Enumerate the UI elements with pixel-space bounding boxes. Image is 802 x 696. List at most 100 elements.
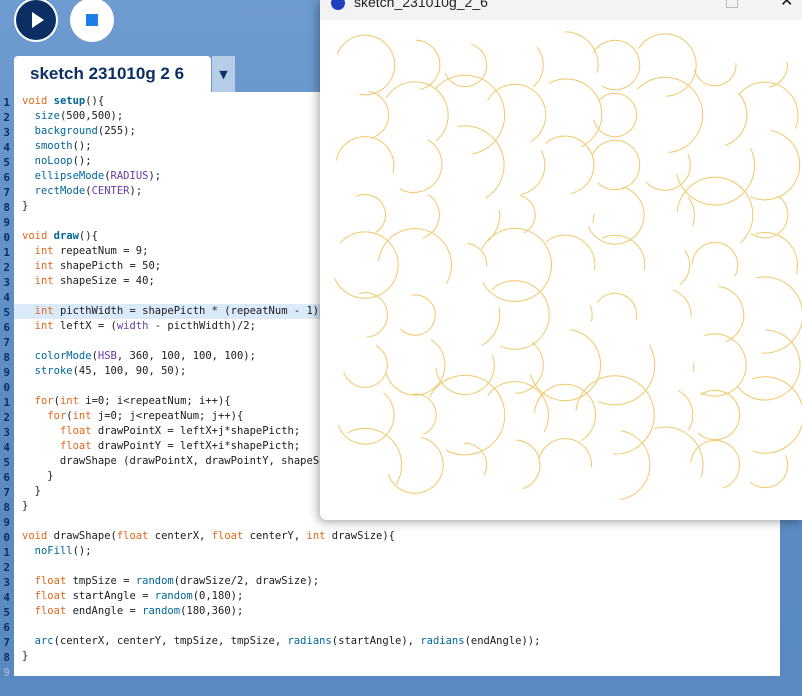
code-line[interactable]: float endAngle = random(180,360);: [22, 604, 244, 619]
arc-shape: [755, 232, 798, 274]
arc-shape: [368, 91, 390, 139]
code-line[interactable]: }: [22, 649, 28, 664]
arc-shape: [467, 243, 488, 267]
arc-shape: [768, 61, 788, 88]
line-number: 3: [3, 426, 10, 439]
line-number: 9: [3, 516, 10, 529]
arc-shape: [645, 153, 691, 191]
run-button[interactable]: [14, 0, 58, 42]
tab-menu-button[interactable]: ▼: [212, 56, 235, 92]
code-line[interactable]: size(500,500);: [22, 109, 124, 124]
maximize-icon[interactable]: [726, 0, 738, 8]
line-number: 5: [3, 156, 10, 169]
code-line[interactable]: background(255);: [22, 124, 136, 139]
code-line[interactable]: float startAngle = random(0,180);: [22, 589, 244, 604]
code-line[interactable]: }: [22, 469, 53, 484]
arc-shape: [385, 81, 449, 142]
arc-shape: [692, 362, 695, 372]
line-number: 6: [3, 321, 10, 334]
arc-shape: [593, 92, 638, 138]
line-number: 8: [3, 651, 10, 664]
arc-shape: [592, 39, 641, 91]
arc-shape: [463, 442, 488, 476]
arc-shape: [337, 392, 395, 445]
line-number: 2: [3, 561, 10, 574]
line-number: 8: [3, 501, 10, 514]
line-number: 8: [3, 351, 10, 364]
code-line[interactable]: ellipseMode(RADIUS);: [22, 169, 161, 184]
code-line[interactable]: int leftX = (width - picthWidth)/2;: [22, 319, 256, 334]
code-line[interactable]: for(int j=0; j<repeatNum; j++){: [22, 409, 243, 424]
code-line[interactable]: void setup(){: [22, 94, 104, 109]
arc-shape: [591, 139, 641, 191]
tab-sketch[interactable]: sketch 231010g 2 6: [14, 56, 211, 92]
arc-shape: [378, 228, 453, 284]
arc-shape: [679, 249, 691, 286]
line-number-gutter: 1 2 3 4 5 6 7 8 9 0 1 2 3 4 5 6 7 8 9 0 1 2 3 4 5 6 7 8 9 0 1 2 3 4 5 6 7 8 9: [0, 92, 10, 679]
sketch-window[interactable]: sketch_231010g_2_6 ✕: [320, 0, 802, 520]
code-line[interactable]: }: [22, 499, 28, 514]
line-number: 7: [3, 636, 10, 649]
line-number: 6: [3, 171, 10, 184]
code-line[interactable]: rectMode(CENTER);: [22, 184, 143, 199]
arc-shape: [676, 176, 754, 244]
code-line[interactable]: drawShape (drawPointX, drawPointY, shape…: [22, 454, 320, 469]
sketch-canvas: [334, 31, 802, 500]
arc-shape: [596, 292, 638, 320]
stop-icon: [86, 14, 98, 26]
arc-shape: [749, 130, 801, 201]
line-number: 1: [3, 396, 10, 409]
arc-shape: [520, 150, 546, 195]
arc-shape: [672, 289, 692, 318]
code-line[interactable]: void draw(){: [22, 229, 98, 244]
code-line[interactable]: int repeatNum = 9;: [22, 244, 149, 259]
code-line[interactable]: for(int i=0; i<repeatNum; i++){: [22, 394, 231, 409]
line-number: 5: [3, 306, 10, 319]
arc-shape: [749, 454, 789, 489]
code-line[interactable]: stroke(45, 100, 90, 50);: [22, 364, 187, 379]
arc-shape: [598, 344, 656, 406]
chevron-down-icon: ▼: [219, 67, 228, 81]
line-number: 4: [3, 291, 10, 304]
code-line[interactable]: }: [22, 484, 41, 499]
sketch-window-titlebar[interactable]: sketch_231010g_2_6 ✕: [320, 0, 802, 20]
arc-shape: [400, 294, 436, 336]
arc-shape: [358, 292, 388, 338]
code-line[interactable]: noLoop();: [22, 154, 92, 169]
line-number: 7: [3, 186, 10, 199]
arc-shape: [487, 381, 549, 433]
line-number: 8: [3, 201, 10, 214]
code-line[interactable]: int shapeSize = 40;: [22, 274, 155, 289]
line-number: 3: [3, 576, 10, 589]
close-icon[interactable]: ✕: [780, 0, 793, 10]
code-line[interactable]: smooth();: [22, 139, 92, 154]
code-line[interactable]: int shapePicth = 50;: [22, 259, 161, 274]
code-line[interactable]: colorMode(HSB, 360, 100, 100, 100);: [22, 349, 256, 364]
arc-shape: [355, 194, 387, 233]
arc-shape: [534, 383, 597, 441]
line-number: 6: [3, 621, 10, 634]
arc-shape: [724, 92, 748, 146]
code-line[interactable]: int picthWidth = shapePicth * (repeatNum…: [22, 304, 320, 319]
arc-shape: [515, 439, 541, 490]
arc-shape: [538, 438, 593, 468]
arc-shape: [755, 276, 802, 354]
arc-shape: [619, 430, 651, 500]
arc-shape: [589, 304, 593, 322]
code-line[interactable]: float drawPointX = leftX+j*shapePicth;: [22, 424, 300, 439]
processing-app-icon: [331, 0, 345, 10]
code-line[interactable]: float drawPointY = leftX+i*shapePicth;: [22, 439, 300, 454]
code-line[interactable]: }: [22, 199, 28, 214]
arc-shape: [636, 76, 704, 153]
code-line[interactable]: arc(centerX, centerY, tmpSize, tmpSize, …: [22, 634, 541, 649]
arc-shape: [435, 74, 506, 155]
code-line[interactable]: void drawShape(float centerX, float cent…: [22, 529, 395, 544]
code-line[interactable]: float tmpSize = random(drawSize/2, drawS…: [22, 574, 320, 589]
arc-shape: [653, 426, 704, 478]
code-line[interactable]: noFill();: [22, 544, 92, 559]
stop-button[interactable]: [70, 0, 114, 42]
arc-shape: [601, 234, 646, 272]
arc-shape: [335, 136, 395, 174]
arc-shape: [532, 46, 544, 88]
arc-shape: [691, 241, 739, 277]
